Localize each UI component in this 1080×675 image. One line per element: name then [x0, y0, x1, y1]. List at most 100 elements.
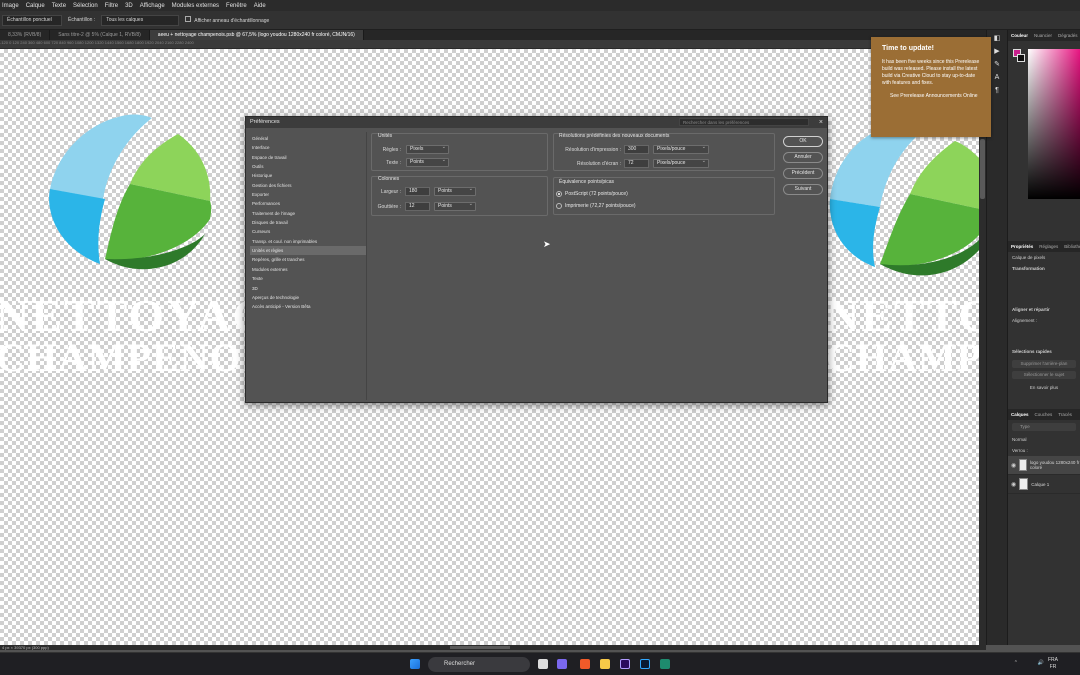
panel-tab[interactable]: Dégradés	[1058, 33, 1078, 38]
nav-item[interactable]: Texte	[250, 274, 366, 283]
options-bar: Échantillon ponctuel Échantillon : Tous …	[0, 11, 1080, 30]
traditional-radio[interactable]	[556, 203, 562, 209]
chat-icon[interactable]	[557, 659, 567, 669]
nav-item[interactable]: Unités et règles	[250, 246, 366, 256]
panel-tab[interactable]: Tracés	[1058, 412, 1072, 417]
type-icon[interactable]: A	[993, 73, 1002, 82]
nav-item[interactable]: Général	[250, 134, 366, 143]
nav-item[interactable]: Repères, grille et tranches	[250, 255, 366, 264]
nav-item[interactable]: Historique	[250, 171, 366, 180]
menu-item[interactable]: Image	[2, 3, 19, 9]
taskbar-search[interactable]: Rechercher	[428, 657, 530, 672]
announcements-link[interactable]: See Prerelease Announcements Online	[882, 93, 980, 100]
premiere-icon[interactable]	[620, 659, 630, 669]
document-tab[interactable]: Sans titre-2 @ 5% (Calque 1, RVB/8)	[50, 30, 150, 40]
nav-item[interactable]: Performances	[250, 199, 366, 208]
menu-item[interactable]: Fenêtre	[226, 3, 247, 9]
scroll-thumb[interactable]	[980, 139, 985, 199]
windows-start-icon[interactable]	[410, 659, 420, 669]
language-indicator[interactable]: FRA FR	[1046, 657, 1060, 671]
layer-kind-filter[interactable]: Type	[1012, 423, 1076, 431]
nav-item[interactable]: Aperçus de technologie	[250, 293, 366, 302]
document-tab[interactable]: aeeu + nettoyage champenois.psb @ 67,5% …	[149, 30, 364, 40]
panel-tab[interactable]: Bibliothèques	[1064, 244, 1080, 249]
close-icon[interactable]: ×	[819, 117, 823, 128]
sample-tool-dropdown[interactable]: Échantillon ponctuel	[2, 14, 62, 26]
update-notification[interactable]: Time to update! It has been five weeks s…	[871, 37, 991, 137]
layer-row[interactable]: ◉ logo youdou 1280x240 fr coloré	[1008, 456, 1080, 475]
column-width-input[interactable]: 180	[405, 187, 430, 196]
panel-tab[interactable]: Couches	[1035, 412, 1053, 417]
gutter-input[interactable]: 12	[405, 202, 430, 211]
menu-item[interactable]: Sélection	[73, 3, 98, 9]
nav-item[interactable]: Exporter	[250, 190, 366, 199]
nav-item[interactable]: Traitement de l'image	[250, 209, 366, 218]
previous-button[interactable]: Précédent	[783, 168, 823, 179]
nav-item[interactable]: Curseurs	[250, 227, 366, 236]
brave-browser-icon[interactable]	[580, 659, 590, 669]
menu-item[interactable]: Modules externes	[172, 3, 219, 9]
ring-checkbox[interactable]: Afficher anneau d'échantillonnage	[185, 16, 269, 24]
taskbar: Rechercher ⌃ 🔊 FRA FR	[0, 652, 1080, 675]
eye-icon[interactable]: ◉	[1011, 481, 1016, 488]
screen-resolution-input[interactable]: 72	[624, 159, 649, 168]
menu-item[interactable]: Texte	[52, 3, 66, 9]
color-field[interactable]	[1028, 49, 1080, 199]
rulers-units-select[interactable]: Pixels	[406, 144, 449, 154]
layer-row[interactable]: ◉ Calque 1	[1008, 475, 1080, 494]
align-buttons[interactable]	[1008, 326, 1080, 346]
panel-tab[interactable]: Couleur	[1011, 33, 1028, 38]
blend-mode-dropdown[interactable]: Normal	[1008, 434, 1080, 445]
menu-item[interactable]: 3D	[125, 3, 133, 9]
nav-item[interactable]: Transp. et coul. non imprimables	[250, 237, 366, 246]
background-swatch[interactable]	[1017, 54, 1025, 62]
nav-item[interactable]: Modules externes	[250, 265, 366, 274]
panel-tab[interactable]: Nuancier	[1034, 33, 1052, 38]
select-subject-button[interactable]: Sélectionner le sujet	[1012, 371, 1076, 379]
menu-item[interactable]: Calque	[26, 3, 45, 9]
history-icon[interactable]: ◧	[993, 34, 1002, 43]
nav-item[interactable]: Espace de travail	[250, 153, 366, 162]
panel-tab[interactable]: Réglages	[1039, 244, 1058, 249]
ok-button[interactable]: OK	[783, 136, 823, 147]
nav-item[interactable]: Gestion des fichiers	[250, 181, 366, 190]
nav-item[interactable]: 3D	[250, 284, 366, 293]
task-view-icon[interactable]	[538, 659, 548, 669]
nav-item[interactable]: Interface	[250, 143, 366, 152]
column-width-unit-select[interactable]: Points	[434, 186, 476, 196]
vertical-scrollbar[interactable]	[979, 49, 986, 645]
document-tab[interactable]: 8,33% (RVB/8)	[0, 30, 51, 40]
screen-resolution-unit-select[interactable]: Pixels/pouce	[653, 158, 709, 168]
brush-icon[interactable]: ✎	[993, 60, 1002, 69]
print-resolution-unit-select[interactable]: Pixels/pouce	[653, 144, 709, 154]
file-explorer-icon[interactable]	[600, 659, 610, 669]
learn-more-link[interactable]: En savoir plus	[1008, 382, 1080, 393]
print-resolution-input[interactable]: 300	[624, 145, 649, 154]
tray-chevron-icon[interactable]: ⌃	[1014, 660, 1018, 666]
panel-tab[interactable]: Calques	[1011, 412, 1029, 417]
panel-tab[interactable]: Propriétés	[1011, 244, 1033, 249]
preferences-search-input[interactable]: Rechercher dans les préférences	[679, 118, 809, 126]
nav-item[interactable]: Outils	[250, 162, 366, 171]
eye-icon[interactable]: ◉	[1011, 462, 1016, 469]
scroll-thumb[interactable]	[450, 646, 510, 649]
remove-background-button[interactable]: Supprimer l'arrière-plan	[1012, 360, 1076, 368]
menu-bar: Image Calque Texte Sélection Filtre 3D Afficha…	[0, 0, 1080, 11]
volume-icon[interactable]: 🔊	[1038, 660, 1044, 666]
paragraph-icon[interactable]: ¶	[993, 86, 1002, 95]
photoshop-icon[interactable]	[640, 659, 650, 669]
next-button[interactable]: Suivant	[783, 184, 823, 195]
nav-item[interactable]: Accès anticipé - Version Bêta	[250, 302, 366, 311]
gutter-unit-select[interactable]: Points	[434, 201, 476, 211]
sample-layers-dropdown[interactable]: Tous les calques	[101, 14, 180, 26]
nav-item[interactable]: Disques de travail	[250, 218, 366, 227]
app-icon[interactable]	[660, 659, 670, 669]
menu-item[interactable]: Affichage	[140, 3, 165, 9]
logo-left	[49, 114, 212, 270]
cancel-button[interactable]: Annuler	[783, 152, 823, 163]
menu-item[interactable]: Filtre	[105, 3, 118, 9]
type-units-select[interactable]: Points	[406, 157, 449, 167]
play-icon[interactable]: ▶	[993, 47, 1002, 56]
postscript-radio[interactable]	[556, 191, 562, 197]
menu-item[interactable]: Aide	[254, 3, 266, 9]
